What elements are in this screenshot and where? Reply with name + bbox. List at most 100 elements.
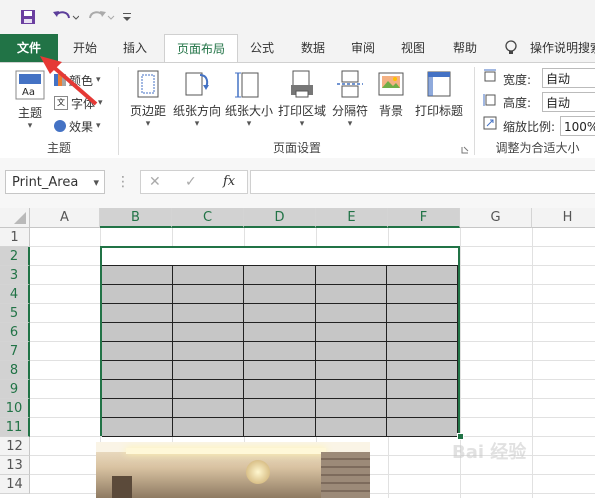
print-titles-button[interactable]: 打印标题: [412, 69, 466, 139]
table-cell[interactable]: [315, 418, 387, 437]
table-cell[interactable]: [173, 304, 245, 323]
insert-function-icon[interactable]: fx: [223, 174, 235, 189]
table-cell[interactable]: [315, 323, 387, 342]
table-cell[interactable]: [315, 266, 387, 285]
size-button[interactable]: 纸张大小 ▾: [224, 69, 274, 139]
table-cell[interactable]: [173, 266, 245, 285]
table-cell[interactable]: [244, 399, 316, 418]
table-cell[interactable]: [102, 304, 174, 323]
table-cell[interactable]: [244, 323, 316, 342]
table-cell[interactable]: [244, 285, 316, 304]
row-header-2[interactable]: 2: [0, 247, 30, 266]
row-header-6[interactable]: 6: [0, 323, 30, 342]
table-cell[interactable]: [102, 380, 174, 399]
column-header-a[interactable]: A: [30, 208, 100, 228]
formula-input[interactable]: [250, 170, 595, 194]
row-header-14[interactable]: 14: [0, 475, 30, 494]
table-cell[interactable]: [102, 323, 174, 342]
table-cell[interactable]: [244, 361, 316, 380]
table-cell[interactable]: [386, 323, 458, 342]
table-cell[interactable]: [386, 342, 458, 361]
table-cell[interactable]: [386, 304, 458, 323]
row-header-4[interactable]: 4: [0, 285, 30, 304]
more-options-icon[interactable]: ⋮: [116, 174, 130, 190]
selection-range[interactable]: [100, 246, 460, 437]
row-header-13[interactable]: 13: [0, 456, 30, 475]
row-header-7[interactable]: 7: [0, 342, 30, 361]
margins-button[interactable]: 页边距 ▾: [126, 69, 170, 139]
chevron-down-icon[interactable]: ▾: [93, 176, 99, 189]
tab-help[interactable]: 帮助: [442, 34, 488, 62]
row-header-10[interactable]: 10: [0, 399, 30, 418]
table-cell[interactable]: [102, 418, 174, 437]
scale-input[interactable]: 100%: [560, 116, 595, 136]
height-select[interactable]: 自动: [542, 92, 595, 112]
tab-view[interactable]: 视图: [390, 34, 436, 62]
row-header-12[interactable]: 12: [0, 437, 30, 456]
tab-data[interactable]: 数据: [290, 34, 336, 62]
table-cell[interactable]: [173, 323, 245, 342]
table-cell[interactable]: [244, 266, 316, 285]
table-cell[interactable]: [102, 361, 174, 380]
name-box[interactable]: Print_Area ▾: [5, 170, 105, 194]
table-cell[interactable]: [102, 342, 174, 361]
table-cell[interactable]: [102, 266, 174, 285]
background-button[interactable]: 背景: [372, 69, 410, 139]
table-cell[interactable]: [244, 380, 316, 399]
table-cell[interactable]: [244, 304, 316, 323]
select-all-corner[interactable]: [0, 208, 30, 228]
column-header-f[interactable]: F: [388, 208, 460, 228]
row-header-5[interactable]: 5: [0, 304, 30, 323]
tab-formulas[interactable]: 公式: [240, 34, 284, 62]
cancel-icon[interactable]: ✕: [149, 174, 161, 190]
print-area-button[interactable]: 打印区域 ▾: [276, 69, 328, 139]
save-icon[interactable]: [16, 4, 40, 30]
customize-qat-icon[interactable]: [120, 4, 134, 30]
table-cell[interactable]: [315, 342, 387, 361]
table-cell[interactable]: [315, 285, 387, 304]
table-cell[interactable]: [173, 418, 245, 437]
row-header-11[interactable]: 11: [0, 418, 30, 437]
column-header-g[interactable]: G: [460, 208, 532, 228]
row-header-9[interactable]: 9: [0, 380, 30, 399]
row-header-3[interactable]: 3: [0, 266, 30, 285]
dialog-launcher-icon[interactable]: [461, 143, 471, 154]
column-header-b[interactable]: B: [100, 208, 172, 228]
table-cell[interactable]: [315, 361, 387, 380]
table-cell[interactable]: [244, 342, 316, 361]
table-cell[interactable]: [102, 399, 174, 418]
column-header-h[interactable]: H: [532, 208, 595, 228]
row-header-1[interactable]: 1: [0, 228, 30, 247]
table-cell[interactable]: [386, 399, 458, 418]
redo-icon[interactable]: [84, 4, 118, 30]
inserted-picture[interactable]: [96, 442, 370, 498]
table-cell[interactable]: [102, 285, 174, 304]
table-cell[interactable]: [173, 285, 245, 304]
table-cell[interactable]: [173, 342, 245, 361]
table-cell[interactable]: [315, 399, 387, 418]
table-cell[interactable]: [386, 361, 458, 380]
table-cell[interactable]: [244, 418, 316, 437]
tell-me-search[interactable]: 操作说明搜索: [530, 34, 595, 62]
table-cell[interactable]: [173, 380, 245, 399]
table-cell[interactable]: [386, 418, 458, 437]
table-cell[interactable]: [173, 361, 245, 380]
column-header-d[interactable]: D: [244, 208, 316, 228]
orientation-button[interactable]: 纸张方向 ▾: [172, 69, 222, 139]
table-cell[interactable]: [315, 304, 387, 323]
effects-button[interactable]: 效果 ▾: [54, 117, 114, 135]
column-header-c[interactable]: C: [172, 208, 244, 228]
table-cell[interactable]: [173, 399, 245, 418]
enter-icon[interactable]: ✓: [185, 174, 197, 190]
table-cell[interactable]: [386, 285, 458, 304]
column-header-e[interactable]: E: [316, 208, 388, 228]
breaks-button[interactable]: 分隔符 ▾: [330, 69, 370, 139]
tab-page-layout[interactable]: 页面布局: [164, 34, 238, 63]
table-cell[interactable]: [386, 380, 458, 399]
row-header-8[interactable]: 8: [0, 361, 30, 380]
width-select[interactable]: 自动: [542, 68, 595, 88]
undo-icon[interactable]: [48, 4, 82, 30]
tab-insert[interactable]: 插入: [112, 34, 158, 62]
tab-review[interactable]: 审阅: [340, 34, 386, 62]
table-cell[interactable]: [315, 380, 387, 399]
